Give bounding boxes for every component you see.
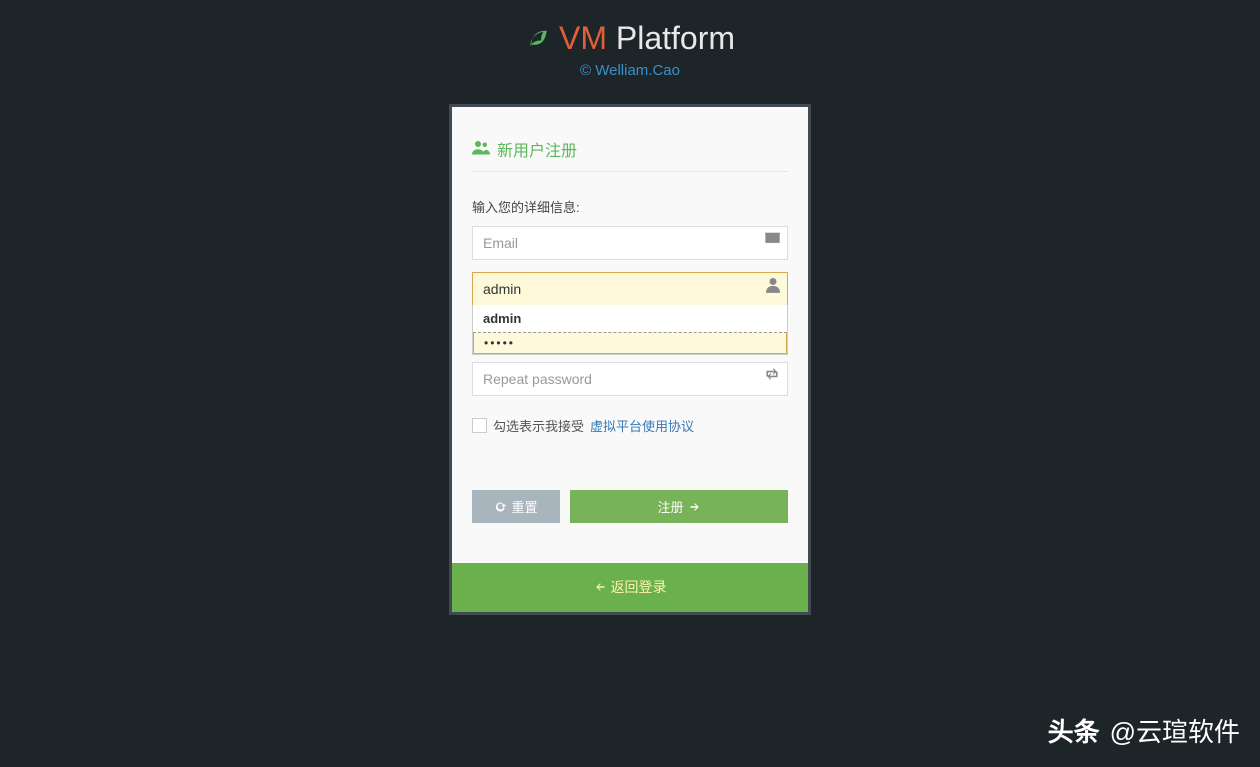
user-icon [766,277,780,297]
title-vm: VM [559,20,607,56]
agree-text: 勾选表示我接受 [493,416,584,435]
password-peek: ••••• [473,332,787,354]
arrow-left-icon [594,581,606,593]
watermark-author: @云瑄软件 [1110,712,1240,749]
register-button[interactable]: 注册 [570,490,788,523]
reset-button[interactable]: 重置 [472,490,560,523]
autocomplete-dropdown: admin ••••• [472,305,788,355]
leaf-icon [525,20,551,57]
repeat-password-wrapper [472,362,788,396]
refresh-icon [494,501,506,513]
subtitle: © Welliam.Cao [0,62,1260,79]
email-wrapper [472,226,788,260]
detail-label: 输入您的详细信息: [472,197,788,216]
username-wrapper: admin ••••• [472,272,788,306]
repeat-password-field[interactable] [472,362,788,396]
back-bar: 返回登录 [452,563,808,612]
section-title-text: 新用户注册 [497,137,577,161]
page-header: VM Platform © Welliam.Cao [0,0,1260,79]
back-link[interactable]: 返回登录 [594,577,667,597]
autocomplete-item[interactable]: admin [473,305,787,332]
agree-checkbox[interactable] [472,418,487,433]
section-title: 新用户注册 [472,137,788,172]
watermark-brand: 头条 [1048,712,1100,749]
title-platform: Platform [616,20,735,56]
watermark: 头条 @云瑄软件 [1048,712,1240,749]
page-title: VM Platform [0,20,1260,57]
back-label: 返回登录 [611,577,667,597]
register-box: 新用户注册 输入您的详细信息: admin ••••• [449,104,811,615]
register-label: 注册 [657,497,683,516]
username-field[interactable] [472,272,788,306]
users-icon [472,139,490,160]
retweet-icon [764,367,780,384]
agree-row: 勾选表示我接受 虚拟平台使用协议 [472,416,788,435]
envelope-icon [765,231,780,248]
button-row: 重置 注册 [472,490,788,523]
email-field[interactable] [472,226,788,260]
arrow-right-icon [689,501,701,513]
reset-label: 重置 [511,497,537,516]
agree-link[interactable]: 虚拟平台使用协议 [590,416,694,435]
